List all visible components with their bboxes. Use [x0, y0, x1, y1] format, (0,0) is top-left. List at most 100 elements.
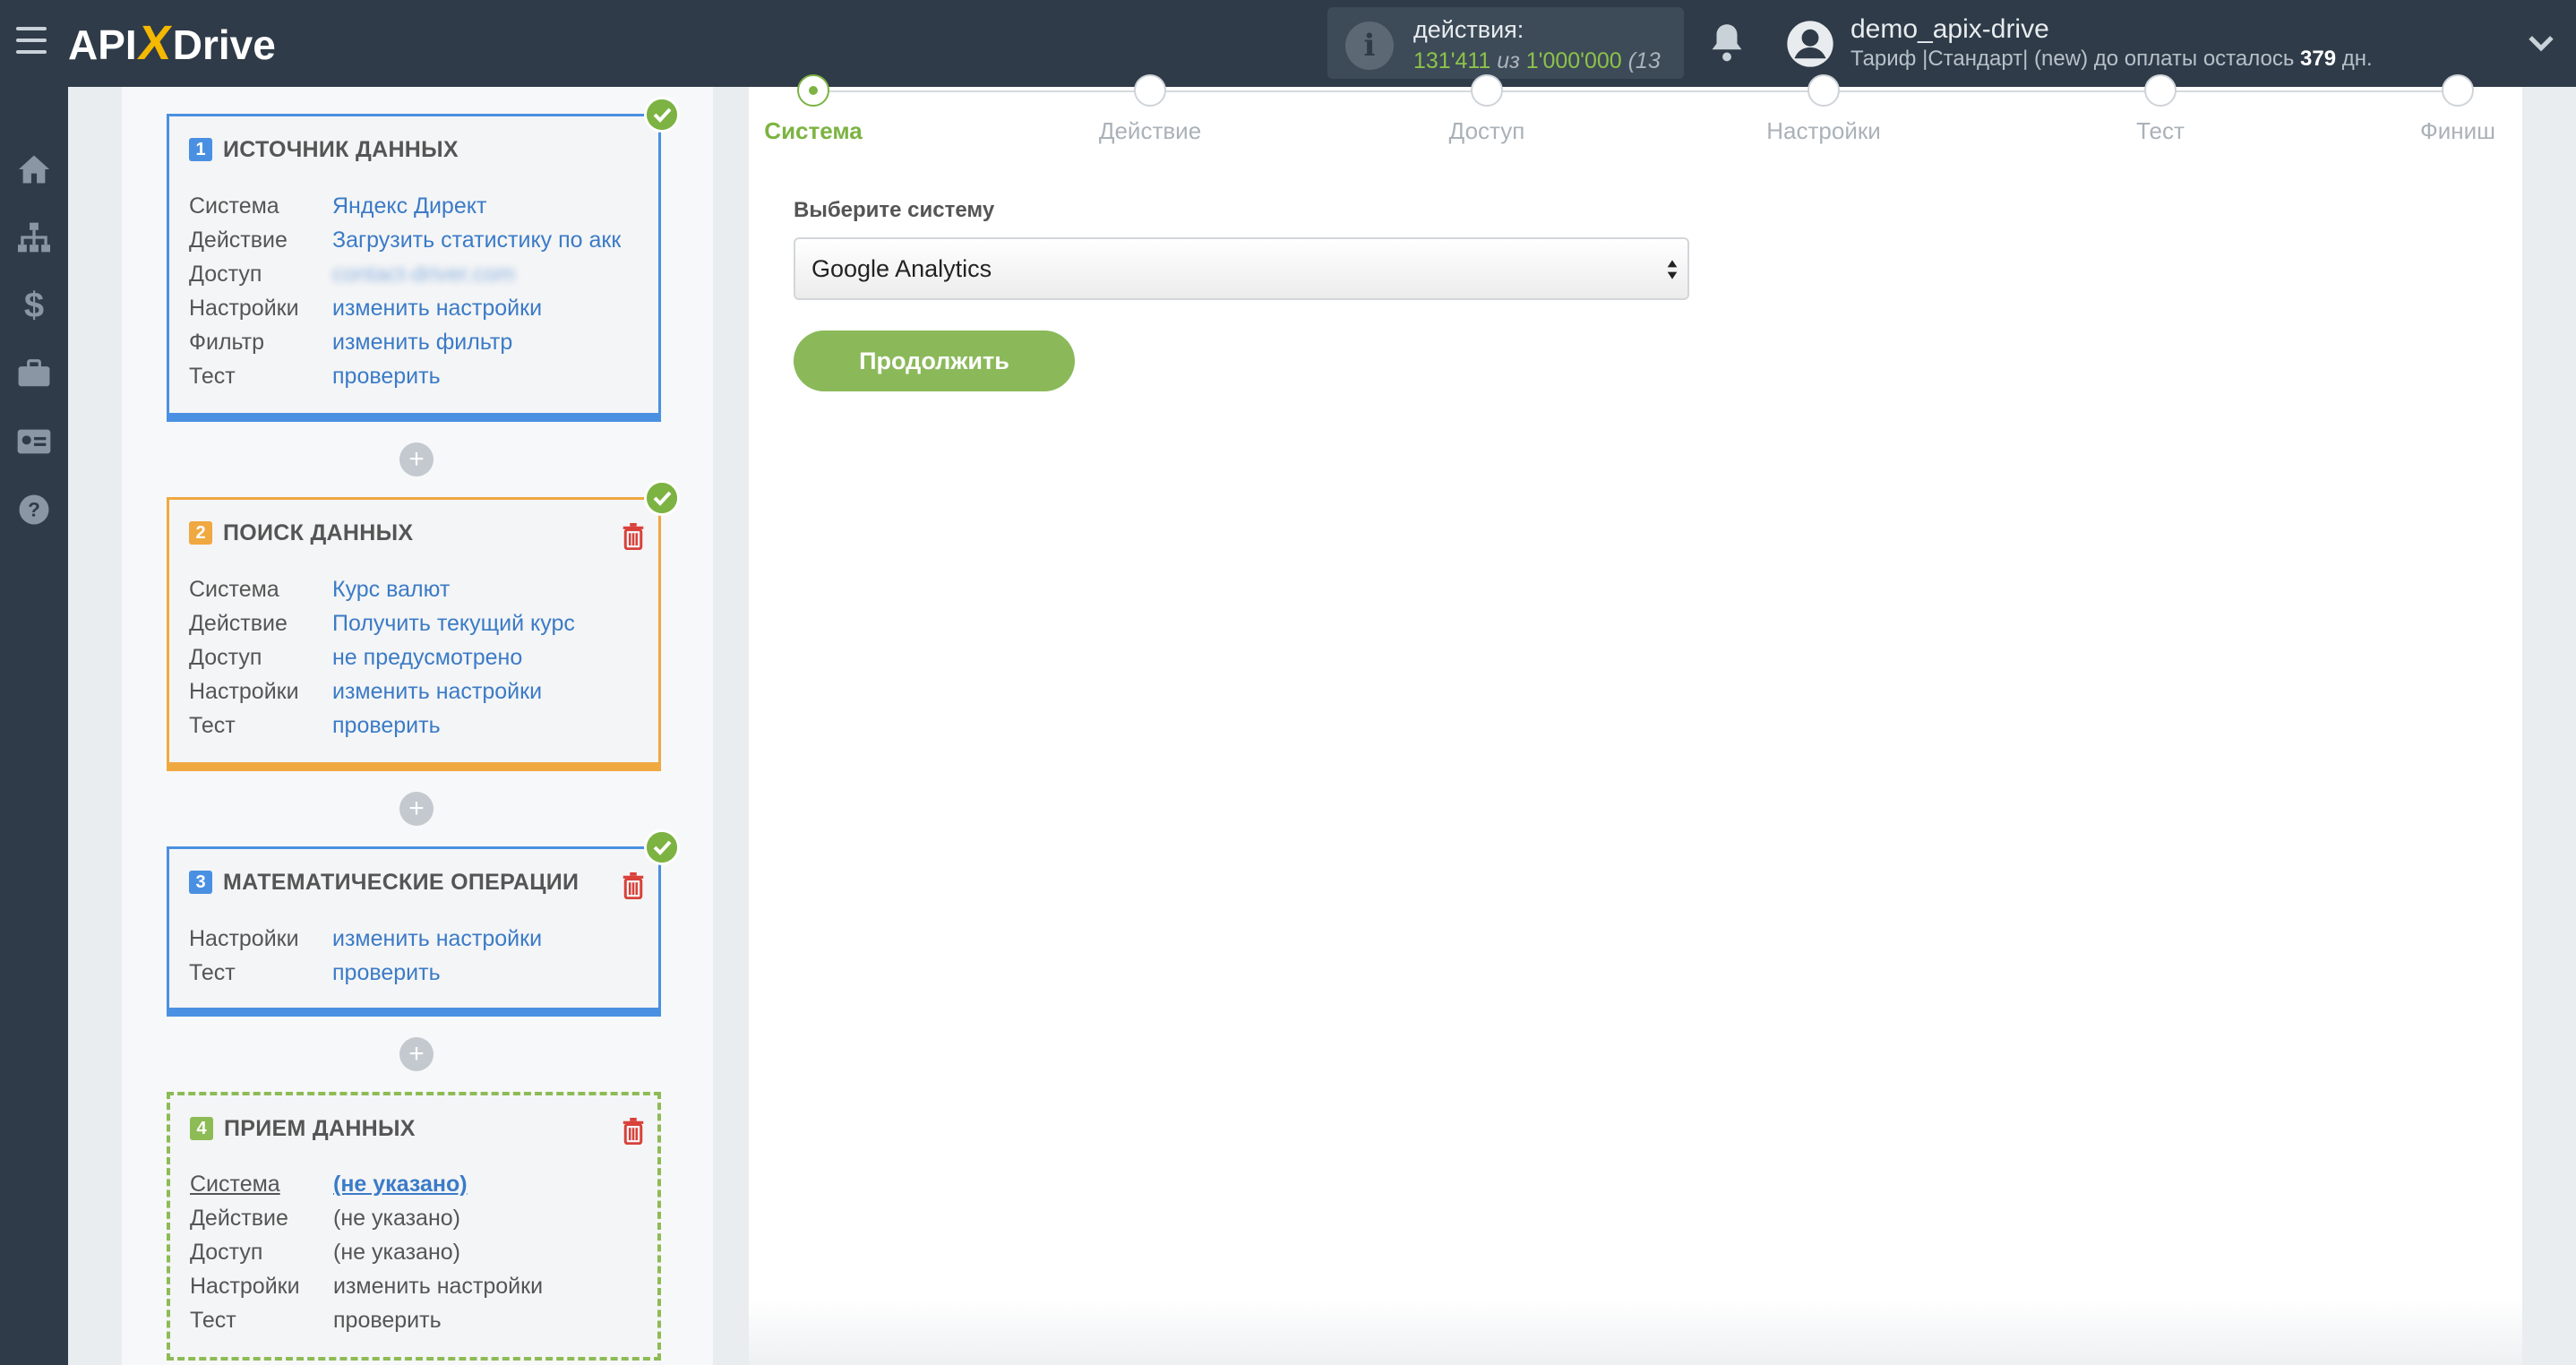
row-value-link[interactable]: contact-driver.com — [332, 262, 515, 296]
trash-icon[interactable] — [622, 1118, 645, 1145]
row-value-link[interactable]: проверить — [332, 960, 441, 994]
step-label: Доступ — [1448, 117, 1525, 144]
row-value-link[interactable]: изменить настройки — [332, 926, 542, 960]
row-key: Тест — [189, 713, 236, 738]
step-label: Финиш — [2419, 117, 2496, 144]
row-value-link[interactable]: изменить фильтр — [332, 330, 512, 364]
card-search[interactable]: 2 ПОИСК ДАННЫХ Система Курс валют Действи… — [167, 497, 661, 771]
row-test: Тест проверить — [189, 713, 631, 747]
chevron-down-icon[interactable] — [2526, 27, 2556, 57]
home-icon[interactable] — [0, 135, 68, 203]
step-dot — [1807, 74, 1840, 107]
add-step-button[interactable]: + — [399, 1037, 434, 1071]
card-header: 2 ПОИСК ДАННЫХ — [189, 519, 413, 546]
step-label: Система — [764, 117, 863, 144]
select-arrows-icon — [1667, 260, 1678, 279]
bell-icon[interactable] — [1709, 21, 1745, 63]
row-key: Система — [190, 1172, 280, 1197]
panel-bottom-shade — [749, 1299, 2522, 1365]
card-title: ПРИЕМ ДАННЫХ — [224, 1115, 416, 1141]
row-action: Действие Загрузить статистику по акк — [189, 228, 631, 262]
info-icon: i — [1345, 21, 1394, 70]
tariff-info: Тариф |Стандарт| (new) до оплаты осталос… — [1850, 47, 2373, 72]
row-key: Доступ — [189, 645, 262, 670]
row-key: Настройки — [190, 1274, 300, 1299]
actions-counter[interactable]: i действия: 131'411 из 1'000'000 (13 — [1327, 7, 1684, 79]
pipeline-panel: 1 ИСТОЧНИК ДАННЫХ Система Яндекс Директ Д… — [122, 87, 713, 1365]
step-dot — [2442, 74, 2474, 107]
trash-icon[interactable] — [622, 872, 645, 899]
row-value-link[interactable]: Курс валют — [332, 577, 450, 611]
row-system: Система Курс валют — [189, 577, 631, 611]
card-title: ИСТОЧНИК ДАННЫХ — [223, 136, 459, 162]
actions-of: из — [1497, 48, 1520, 73]
dollar-icon[interactable]: $ — [0, 271, 68, 339]
tariff-text: Тариф |Стандарт| (new) до оплаты осталос… — [1850, 47, 2295, 71]
row-value-link[interactable]: Получить текущий курс — [332, 611, 575, 645]
menu-icon[interactable] — [16, 27, 47, 59]
card-header: 3 МАТЕМАТИЧЕСКИЕ ОПЕРАЦИИ — [189, 869, 579, 896]
actions-total: 1'000'000 — [1525, 48, 1622, 73]
check-icon — [644, 97, 680, 133]
system-select[interactable]: Google Analytics — [794, 237, 1689, 300]
card-title: МАТЕМАТИЧЕСКИЕ ОПЕРАЦИИ — [223, 869, 580, 895]
card-number: 1 — [189, 138, 212, 161]
username[interactable]: demo_apix-drive — [1850, 14, 2049, 45]
row-key: Система — [189, 577, 279, 602]
continue-button[interactable]: Продолжить — [794, 331, 1075, 391]
actions-title: действия: — [1413, 16, 1524, 43]
trash-icon[interactable] — [622, 523, 645, 550]
step-dot — [2144, 74, 2177, 107]
add-step-button[interactable]: + — [399, 792, 434, 826]
step-dot — [1134, 74, 1166, 107]
row-key: Настройки — [189, 679, 299, 704]
row-key: Настройки — [189, 926, 299, 951]
row-value-link[interactable]: Яндекс Директ — [332, 193, 486, 228]
avatar-icon[interactable] — [1786, 20, 1834, 68]
id-card-icon[interactable] — [0, 408, 68, 476]
row-access: Доступ не предусмотрено — [189, 645, 631, 679]
row-key: Тест — [190, 1308, 236, 1333]
system-select-label: Выберите систему — [794, 198, 995, 222]
row-key: Настройки — [189, 296, 299, 321]
row-filter: Фильтр изменить фильтр — [189, 330, 631, 364]
row-settings: Настройки изменить настройки — [189, 679, 631, 713]
row-action: Действие (не указано) — [190, 1206, 631, 1240]
card-math[interactable]: 3 МАТЕМАТИЧЕСКИЕ ОПЕРАЦИИ Настройки измен… — [167, 846, 661, 1017]
tariff-unit: дн. — [2341, 47, 2373, 71]
sitemap-icon[interactable] — [0, 203, 68, 271]
row-value-link[interactable]: не предусмотрено — [332, 645, 522, 679]
row-key: Система — [189, 193, 279, 219]
help-icon[interactable]: ? — [0, 476, 68, 544]
logo-text-left: API — [68, 21, 137, 68]
row-key: Действие — [189, 611, 288, 636]
row-key: Действие — [189, 228, 288, 253]
row-value-link[interactable]: проверить — [332, 713, 441, 747]
row-value-link[interactable]: (не указано) — [333, 1172, 468, 1206]
row-key: Тест — [189, 364, 236, 389]
row-value-link[interactable]: проверить — [332, 364, 441, 398]
logo-text-right: Drive — [172, 21, 276, 68]
briefcase-icon[interactable] — [0, 339, 68, 408]
actions-extra: (13 — [1627, 48, 1661, 73]
logo[interactable]: APIXDrive — [68, 16, 276, 70]
add-step-button[interactable]: + — [399, 442, 434, 476]
main-panel: Система Действие Доступ Настройки Тест Ф… — [749, 74, 2522, 1365]
icon-sidebar: $ ? — [0, 87, 68, 1365]
row-value-link[interactable]: Загрузить статистику по акк — [332, 228, 621, 262]
row-value: (не указано) — [333, 1240, 460, 1265]
row-system: Система (не указано) — [190, 1172, 631, 1206]
row-value-link[interactable]: изменить настройки — [332, 296, 542, 330]
card-number: 2 — [189, 521, 212, 545]
tariff-days: 379 — [2300, 47, 2337, 71]
card-destination[interactable]: 4 ПРИЕМ ДАННЫХ Система (не указано) Дейст… — [167, 1092, 661, 1361]
row-value: (не указано) — [333, 1206, 460, 1231]
step-label: Тест — [2136, 117, 2185, 144]
row-settings: Настройки изменить настройки — [189, 926, 631, 960]
row-access: Доступ contact-driver.com — [189, 262, 631, 296]
row-test: Тест проверить — [190, 1308, 631, 1342]
step-label: Действие — [1098, 117, 1202, 144]
top-bar: APIXDrive i действия: 131'411 из 1'000'0… — [0, 0, 2576, 87]
row-value-link[interactable]: изменить настройки — [332, 679, 542, 713]
card-source[interactable]: 1 ИСТОЧНИК ДАННЫХ Система Яндекс Директ Д… — [167, 114, 661, 422]
